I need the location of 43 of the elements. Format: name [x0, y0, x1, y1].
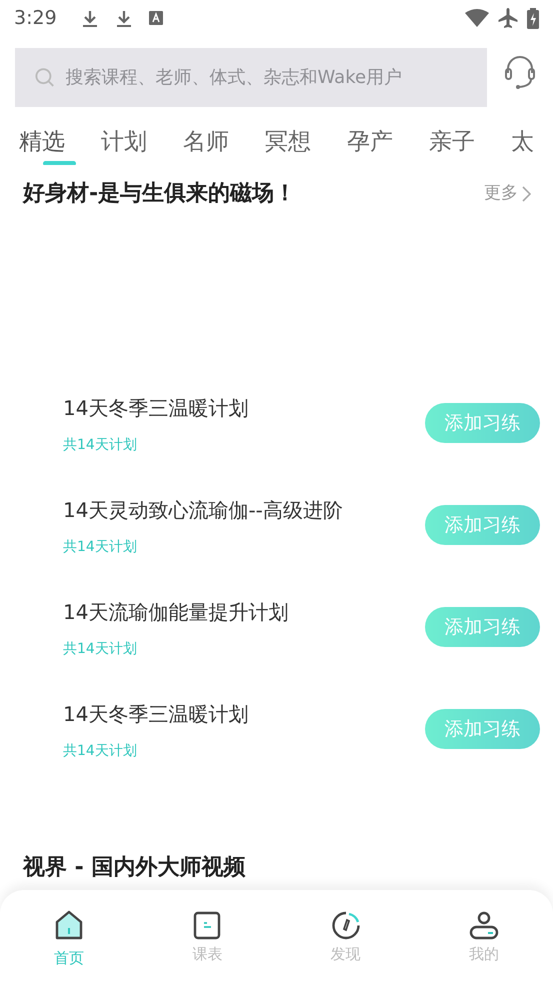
tab[interactable]: 冥想: [265, 125, 311, 160]
keyboard-icon: [148, 11, 163, 25]
tab-underline: [43, 160, 76, 165]
tab[interactable]: 孕产: [347, 125, 393, 160]
profile-icon: [468, 910, 499, 941]
tab[interactable]: 亲子: [429, 125, 475, 160]
plan-title: 14天冬季三温暖计划: [63, 395, 248, 422]
tab[interactable]: 太: [511, 125, 534, 160]
plan-subtitle: 共14天计划: [63, 640, 138, 659]
nav-tab[interactable]: 课表: [167, 910, 248, 966]
search-icon: [35, 66, 56, 88]
home-icon: [54, 910, 84, 941]
download-icon: [80, 8, 99, 28]
headset-icon[interactable]: [504, 54, 536, 88]
battery-icon: [527, 8, 539, 28]
download-icon: [114, 8, 133, 28]
airplane-icon: [497, 7, 519, 29]
plan-subtitle: 共14天计划: [63, 538, 138, 557]
tab[interactable]: 精选: [19, 125, 65, 160]
search-field[interactable]: 搜索课程、老师、体式、杂志和Wake用户: [15, 48, 487, 107]
plan-title: 14天灵动致心流瑜伽--高级进阶: [63, 497, 343, 524]
search-input[interactable]: 搜索课程、老师、体式、杂志和Wake用户: [64, 63, 467, 92]
plan-title: 14天冬季三温暖计划: [63, 701, 248, 728]
more-link[interactable]: 更多: [484, 180, 518, 206]
tab[interactable]: 计划: [101, 125, 147, 160]
nav-tab[interactable]: 我的: [444, 910, 524, 966]
chevron-right-icon: [522, 186, 531, 202]
tab[interactable]: 名师: [183, 125, 229, 160]
plan-title: 14天流瑜伽能量提升计划: [63, 599, 288, 626]
section-title: 好身材-是与生俱来的磁场！: [23, 180, 296, 208]
plan-subtitle: 共14天计划: [63, 436, 138, 455]
section-title: 视界 - 国内外大师视频: [22, 854, 246, 882]
add-practice-button[interactable]: 添加习练: [425, 505, 540, 545]
nav-tab[interactable]: 发现: [306, 910, 386, 966]
add-practice-button[interactable]: 添加习练: [425, 607, 540, 647]
plan-subtitle: 共14天计划: [63, 742, 138, 761]
compass-icon: [330, 910, 361, 941]
wifi-icon: [465, 9, 489, 27]
nav-tab[interactable]: 首页: [29, 910, 110, 970]
status-time: 3:29: [14, 6, 57, 31]
calendar-icon: [192, 910, 222, 941]
add-practice-button[interactable]: 添加习练: [425, 709, 540, 749]
add-practice-button[interactable]: 添加习练: [425, 403, 540, 443]
